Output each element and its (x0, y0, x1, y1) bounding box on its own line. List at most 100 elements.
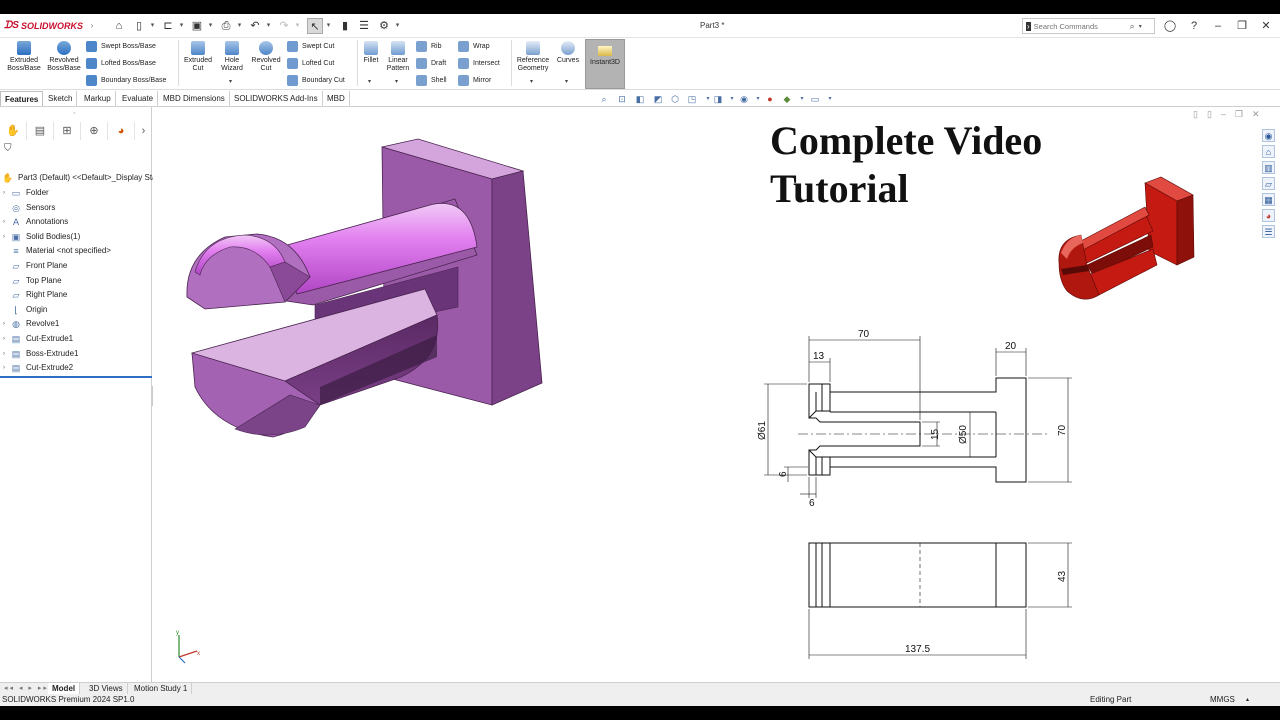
design-library-icon[interactable]: ▥ (1262, 161, 1275, 174)
tree-item-front-plane[interactable]: ▱ Front Plane (0, 259, 68, 273)
linear-pattern-button[interactable]: Linear Pattern (383, 41, 413, 73)
home-icon[interactable]: ⌂ (111, 18, 127, 34)
chevron-down-icon[interactable]: ▾ (726, 93, 738, 105)
file-properties-icon[interactable]: ☰ (356, 18, 372, 34)
3d-part-model[interactable] (175, 137, 555, 442)
apply-scene-icon[interactable]: ◆ (781, 93, 793, 105)
search-commands-box[interactable]: › ⌕ ▾ (1022, 18, 1155, 34)
section-view-icon[interactable]: ◩ (652, 93, 664, 105)
tab-scroll-arrows[interactable]: ◂◂ ◂ ▸ ▸▸ (4, 684, 49, 692)
tab-solidworks-add-ins[interactable]: SOLIDWORKS Add-Ins (230, 91, 323, 106)
expand-chevron-icon[interactable]: › (0, 332, 8, 346)
tree-item-annotations[interactable]: › A Annotations (0, 215, 68, 229)
tab-markup[interactable]: Markup (80, 91, 116, 106)
dynamic-annotation-icon[interactable]: ⬡ (669, 93, 681, 105)
open-folder-icon[interactable]: ⊏ (160, 18, 176, 34)
expand-chevron-icon[interactable]: › (0, 361, 8, 375)
gear-icon[interactable]: ⚙ (376, 18, 392, 34)
chevron-down-icon[interactable]: ▾ (796, 93, 808, 105)
minimize-icon[interactable]: – (1210, 18, 1226, 34)
tree-item-cut-extrude2[interactable]: › ▤ Cut-Extrude2 (0, 361, 73, 375)
expand-chevron-icon[interactable]: › (0, 186, 8, 200)
chevron-down-icon[interactable]: ▾ (236, 18, 243, 34)
close-icon[interactable]: ✕ (1258, 18, 1274, 34)
expand-chevron-icon[interactable]: › (0, 215, 8, 229)
chevron-down-icon[interactable]: ▾ (325, 18, 332, 34)
home-icon[interactable]: ⌂ (1262, 145, 1275, 158)
chevron-down-icon[interactable]: ▾ (294, 18, 301, 34)
help-icon[interactable]: ? (1186, 18, 1202, 34)
search-icon[interactable]: ⌕ (1130, 21, 1135, 32)
chevron-down-icon[interactable]: ▾ (368, 78, 371, 85)
view-orientation-icon[interactable]: ◳ (686, 93, 698, 105)
hole-wizard-button[interactable]: Hole Wizard (216, 41, 248, 73)
chevron-down-icon[interactable]: ▾ (752, 93, 764, 105)
custom-properties-icon[interactable]: ☰ (1262, 225, 1275, 238)
view-palette-icon[interactable]: ▦ (1262, 193, 1275, 206)
close-icon[interactable]: ✕ (1252, 109, 1269, 119)
expand-chevron-icon[interactable]: › (0, 230, 8, 244)
curves-button[interactable]: Curves (555, 41, 581, 65)
lofted-boss-button[interactable]: Lofted Boss/Base (86, 58, 156, 69)
dimxpert-tab-icon[interactable]: ⊕ (81, 122, 108, 140)
expand-chevron-icon[interactable]: › (0, 347, 8, 361)
chevron-down-icon[interactable]: ▾ (178, 18, 185, 34)
swept-cut-button[interactable]: Swept Cut (287, 41, 334, 52)
appearances-icon[interactable]: ◕ (1262, 209, 1275, 222)
rollback-bar[interactable] (0, 376, 152, 378)
mirror-button[interactable]: Mirror (458, 75, 491, 86)
shell-button[interactable]: Shell (416, 75, 447, 86)
chevron-down-icon[interactable]: ▾ (394, 18, 401, 34)
expand-chevron-icon[interactable]: › (0, 317, 8, 331)
tree-item-solid-bodies[interactable]: › ▣ Solid Bodies(1) (0, 230, 80, 244)
instant3d-button[interactable]: Instant3D (585, 39, 625, 89)
zoom-to-area-icon[interactable]: ⊡ (616, 93, 628, 105)
tree-item-revolve1[interactable]: › ◍ Revolve1 (0, 317, 59, 331)
tree-item-boss-extrude1[interactable]: › ▤ Boss-Extrude1 (0, 347, 78, 361)
boundary-cut-button[interactable]: Boundary Cut (287, 75, 345, 86)
tile-left-icon[interactable]: ▯ (1193, 109, 1207, 119)
minimize-icon[interactable]: – (1221, 109, 1235, 119)
lofted-cut-button[interactable]: Lofted Cut (287, 58, 334, 69)
restore-icon[interactable]: ❐ (1235, 109, 1252, 119)
tree-item-top-plane[interactable]: ▱ Top Plane (0, 274, 62, 288)
tree-item-material[interactable]: ≡ Material <not specified> (0, 244, 111, 258)
save-icon[interactable]: ▣ (189, 18, 205, 34)
chevron-down-icon[interactable]: ▾ (395, 78, 398, 85)
tab-sketch[interactable]: Sketch (44, 91, 78, 106)
rebuild-icon[interactable]: ▮ (337, 18, 353, 34)
extruded-cut-button[interactable]: Extruded Cut (180, 41, 216, 73)
redo-icon[interactable]: ↷ (276, 18, 292, 34)
tab-mbd[interactable]: MBD (323, 91, 350, 106)
restore-icon[interactable]: ❐ (1234, 18, 1250, 34)
boundary-boss-button[interactable]: Boundary Boss/Base (86, 75, 166, 86)
tree-root[interactable]: ✋ Part3 (Default) <<Default>_Display Sta (2, 171, 156, 185)
swept-boss-button[interactable]: Swept Boss/Base (86, 41, 156, 52)
solidworks-resources-icon[interactable]: ◉ (1262, 129, 1275, 142)
filter-icon[interactable]: ⛉ (4, 143, 12, 154)
zoom-to-fit-icon[interactable]: ⌕ (598, 93, 610, 105)
property-manager-tab-icon[interactable]: ▤ (27, 122, 54, 140)
tree-item-cut-extrude1[interactable]: › ▤ Cut-Extrude1 (0, 332, 73, 346)
rib-button[interactable]: Rib (416, 41, 442, 52)
new-document-icon[interactable]: ▯ (131, 18, 147, 34)
feature-manager-tab-icon[interactable]: ✋ (0, 122, 27, 140)
chevron-up-icon[interactable]: ▴ (1246, 694, 1249, 706)
hide-show-items-icon[interactable]: ◉ (738, 93, 750, 105)
chevron-right-icon[interactable]: › (84, 18, 100, 34)
chevron-down-icon[interactable]: ▾ (530, 78, 533, 85)
tree-item-folder[interactable]: › ▭ Folder (0, 186, 49, 200)
tab-evaluate[interactable]: Evaluate (118, 91, 159, 106)
tab-features[interactable]: Features (0, 91, 44, 106)
display-manager-tab-icon[interactable]: ◕ (108, 122, 135, 140)
chevron-down-icon[interactable]: ▾ (824, 93, 836, 105)
print-icon[interactable]: ⎙ (218, 18, 234, 34)
edit-appearance-icon[interactable]: ● (764, 93, 776, 105)
select-pointer-icon[interactable]: ↖ (307, 18, 323, 34)
display-style-icon[interactable]: ◨ (712, 93, 724, 105)
reference-geometry-button[interactable]: Reference Geometry (513, 41, 553, 73)
undo-icon[interactable]: ↶ (247, 18, 263, 34)
intersect-button[interactable]: Intersect (458, 58, 500, 69)
search-input[interactable] (1033, 21, 1130, 31)
chevron-down-icon[interactable]: ▾ (1139, 23, 1142, 30)
